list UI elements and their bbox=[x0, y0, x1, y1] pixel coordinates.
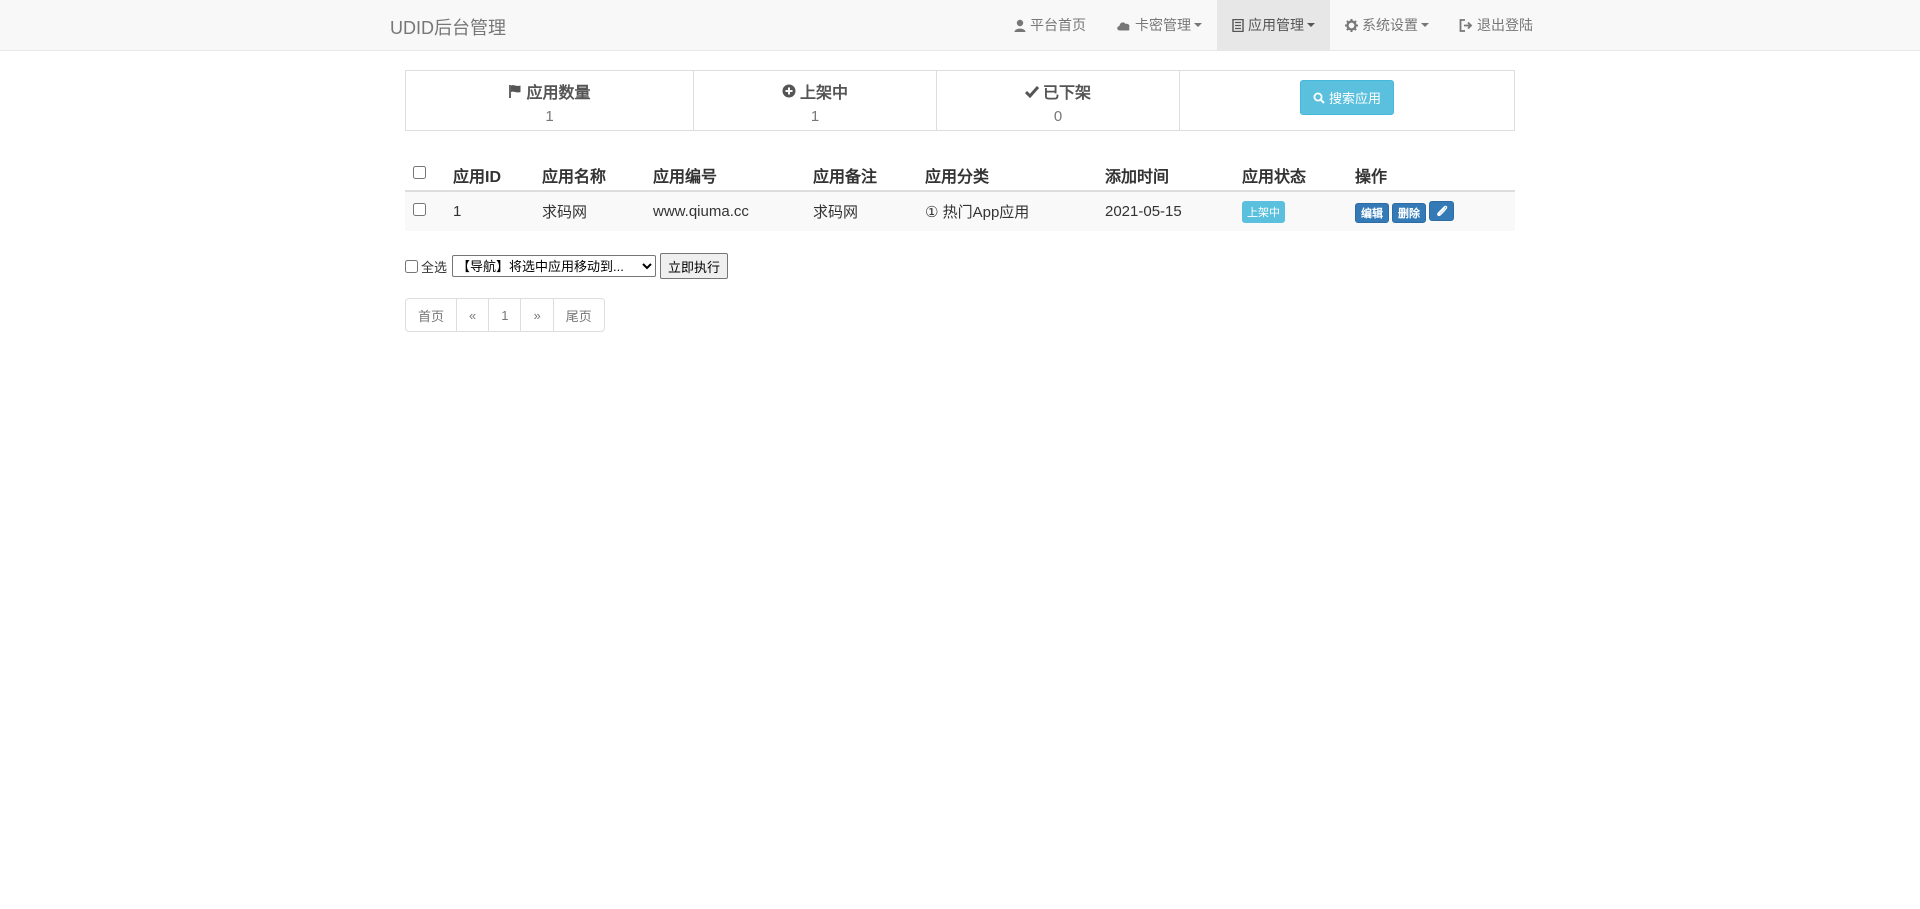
app-table: 应用ID 应用名称 应用编号 应用备注 应用分类 添加时间 应用状态 操作 1 … bbox=[405, 151, 1515, 231]
cell-app-name: 求码网 bbox=[542, 204, 588, 221]
cell-app-status: 上架中 bbox=[1234, 191, 1347, 231]
gear-icon bbox=[1345, 18, 1358, 32]
nav-item-apps[interactable]: 应用管理 bbox=[1217, 0, 1330, 50]
cell-app-note: 求码网 bbox=[813, 204, 859, 221]
pagination: 首页 « 1 » 尾页 bbox=[405, 298, 605, 332]
nav-item-label: 退出登陆 bbox=[1477, 17, 1533, 33]
stat-search: 搜索应用 bbox=[1180, 71, 1514, 130]
header-app-id: 应用ID bbox=[445, 151, 534, 192]
stat-label: 上架中 bbox=[799, 85, 848, 102]
header-app-category: 应用分类 bbox=[917, 151, 1097, 192]
move-to-select[interactable]: 【导航】将选中应用移动到... bbox=[452, 255, 657, 277]
stat-delisted: 已下架 0 bbox=[937, 71, 1180, 130]
nav-item-settings[interactable]: 系统设置 bbox=[1330, 0, 1444, 50]
table-header-row: 应用ID 应用名称 应用编号 应用备注 应用分类 添加时间 应用状态 操作 bbox=[405, 151, 1515, 192]
page-prev[interactable]: « bbox=[456, 298, 490, 332]
header-app-status: 应用状态 bbox=[1234, 151, 1347, 192]
select-all-header-checkbox[interactable] bbox=[413, 165, 426, 179]
delete-button[interactable]: 删除 bbox=[1392, 202, 1426, 223]
nav-item-logout[interactable]: 退出登陆 bbox=[1444, 0, 1548, 50]
cell-app-id: 1 bbox=[453, 203, 462, 220]
select-all-label: 全选 bbox=[421, 259, 448, 275]
flag-icon bbox=[509, 85, 521, 98]
table-row: 1 求码网 www.qiuma.cc 求码网 ① 热门App应用 2021-05… bbox=[405, 191, 1515, 231]
edit-button[interactable]: 编辑 bbox=[1355, 202, 1389, 223]
row-checkbox[interactable] bbox=[413, 203, 426, 216]
attach-button[interactable] bbox=[1429, 200, 1454, 221]
top-navbar: UDID后台管理 平台首页 卡密管理 应用管理 系统设置 退出登陆 bbox=[0, 0, 1920, 51]
cell-app-category: ① 热门App应用 bbox=[925, 204, 1030, 221]
logout-icon bbox=[1459, 18, 1473, 32]
caret-down-icon bbox=[1307, 23, 1315, 27]
search-icon bbox=[1313, 92, 1325, 104]
nav-item-label: 平台首页 bbox=[1030, 17, 1086, 33]
nav-item-label: 系统设置 bbox=[1362, 17, 1418, 33]
nav-item-home[interactable]: 平台首页 bbox=[999, 0, 1101, 50]
nav-item-label: 应用管理 bbox=[1248, 17, 1304, 33]
stat-value: 0 bbox=[1053, 108, 1063, 125]
search-app-label: 搜索应用 bbox=[1328, 91, 1381, 106]
header-app-note: 应用备注 bbox=[805, 151, 917, 192]
cell-added-time: 2021-05-15 bbox=[1105, 203, 1182, 220]
stats-panel: 应用数量 1 上架中 1 已下架 0 搜索应用 bbox=[405, 70, 1515, 131]
page-number[interactable]: 1 bbox=[488, 298, 522, 332]
nav-item-label: 卡密管理 bbox=[1135, 17, 1191, 33]
execute-button[interactable]: 立即执行 bbox=[660, 253, 729, 279]
row-select-cell bbox=[405, 191, 445, 231]
header-select-cell bbox=[405, 151, 445, 192]
select-all-checkbox[interactable] bbox=[405, 259, 418, 273]
nav-menu: 平台首页 卡密管理 应用管理 系统设置 退出登陆 bbox=[999, 0, 1548, 50]
user-icon bbox=[1014, 19, 1026, 32]
paperclip-icon bbox=[1436, 205, 1447, 216]
search-app-button[interactable]: 搜索应用 bbox=[1299, 80, 1394, 115]
header-app-name: 应用名称 bbox=[534, 151, 645, 192]
header-added-time: 添加时间 bbox=[1097, 151, 1234, 192]
page-last[interactable]: 尾页 bbox=[552, 298, 605, 332]
stat-value: 1 bbox=[545, 108, 554, 125]
check-icon bbox=[1024, 85, 1039, 98]
brand-title[interactable]: UDID后台管理 bbox=[390, 14, 506, 40]
book-icon bbox=[1232, 18, 1244, 32]
stat-value: 1 bbox=[810, 108, 820, 125]
status-badge: 上架中 bbox=[1242, 200, 1285, 223]
stat-label: 应用数量 bbox=[526, 85, 591, 102]
batch-actions-bar: 全选 【导航】将选中应用移动到... 立即执行 bbox=[405, 253, 729, 279]
stat-app-count: 应用数量 1 bbox=[406, 71, 694, 130]
cell-actions: 编辑 删除 bbox=[1347, 191, 1515, 231]
plus-circle-icon bbox=[782, 84, 796, 98]
caret-down-icon bbox=[1421, 23, 1429, 27]
caret-down-icon bbox=[1194, 23, 1202, 27]
stat-label: 已下架 bbox=[1042, 85, 1091, 102]
cloud-icon bbox=[1117, 21, 1130, 30]
nav-item-cards[interactable]: 卡密管理 bbox=[1101, 0, 1217, 50]
page-first[interactable]: 首页 bbox=[405, 298, 458, 332]
cell-app-code: www.qiuma.cc bbox=[653, 203, 749, 220]
stat-listed: 上架中 1 bbox=[694, 71, 937, 130]
header-app-code: 应用编号 bbox=[645, 151, 805, 192]
header-actions: 操作 bbox=[1347, 151, 1515, 192]
page-next[interactable]: » bbox=[520, 298, 554, 332]
